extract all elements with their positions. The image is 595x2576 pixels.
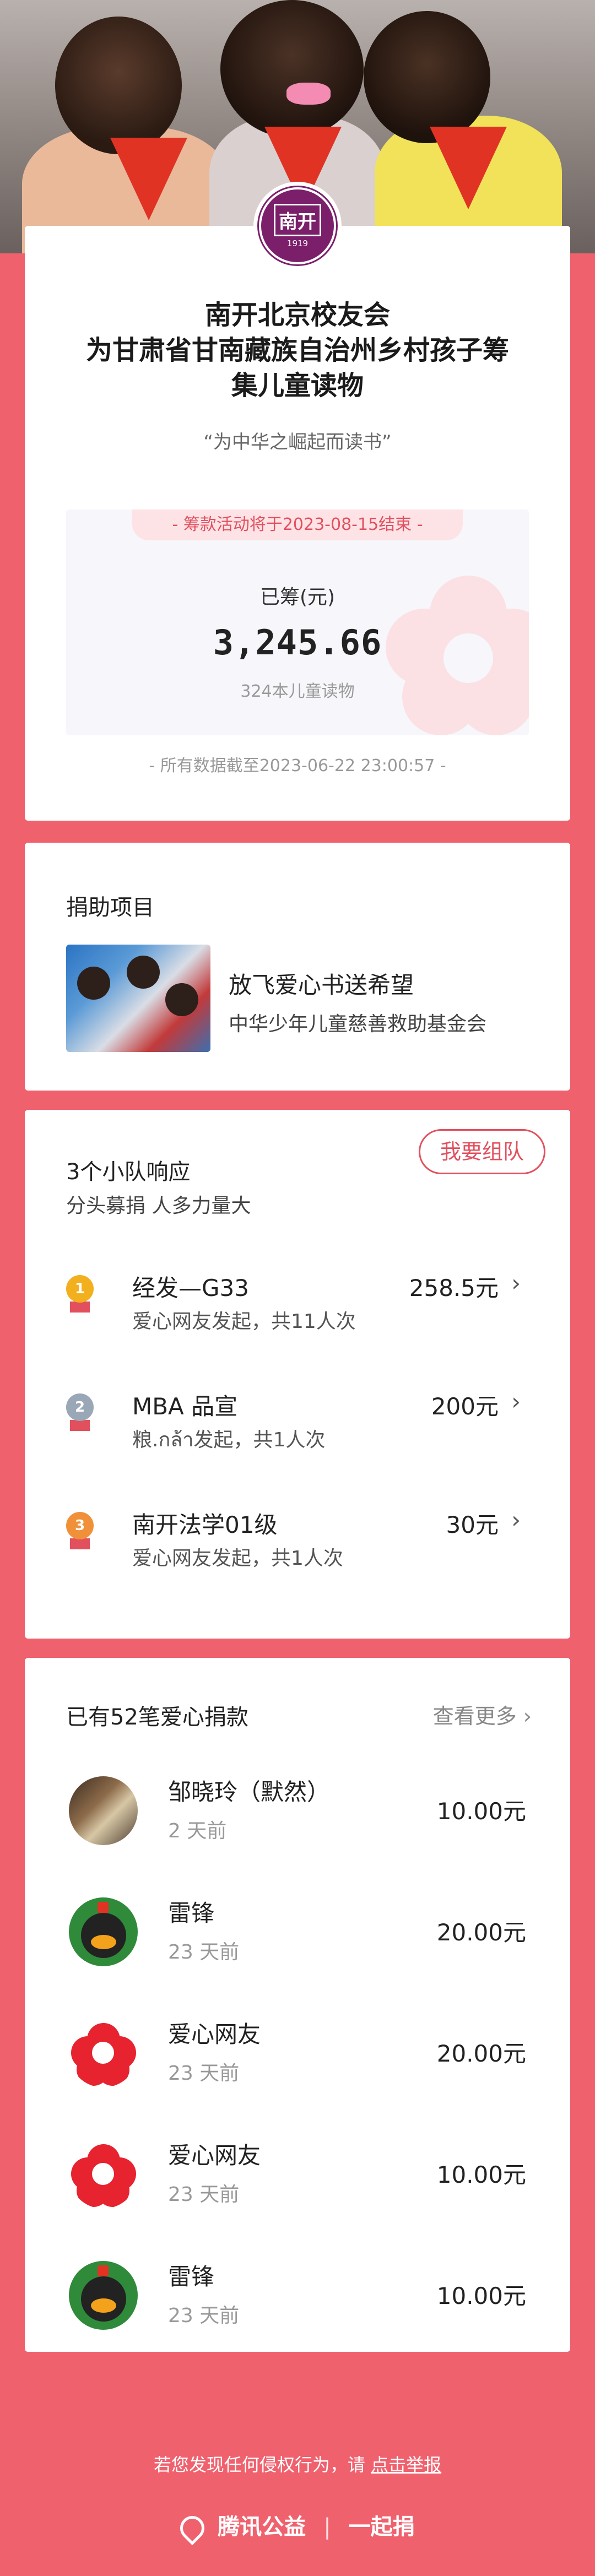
chevron-right-icon[interactable]: › [511,1506,521,1533]
team-row[interactable]: 2 MBA 品宣 粮.กล้า发起，共1人次 200元 › [25,1382,570,1471]
medal-gold-icon: 1 [63,1275,96,1325]
view-more-label[interactable]: 查看更多 [433,1704,517,1728]
heart-icon [175,2510,210,2546]
chevron-right-icon[interactable]: › [511,1270,521,1297]
project-card[interactable]: 捐助项目 放飞爱心书送希望 中华少年儿童慈善救助基金会 [25,843,570,1091]
logo-year: 1919 [286,238,309,248]
child-head [220,0,364,138]
donation-time: 23 天前 [168,2062,240,2085]
raised-amount: 3,245.66 [213,622,382,663]
campaign-slogan: “为中华之崛起而读书” [203,431,392,453]
raised-summary: - 筹款活动将于2023-08-15结束 - 已筹(元) 3,245.66 32… [66,509,529,735]
deadline-banner: - 筹款活动将于2023-08-15结束 - [132,509,463,540]
brand-separator: | [323,2514,331,2540]
donor-name: 雷锋 [168,1900,215,1927]
donations-card: 已有52笔爱心捐款 查看更多 › 邹晓玲（默然） 2 天前 10.00元 雷锋 … [25,1658,570,2352]
donation-time: 23 天前 [168,2304,240,2327]
child-head [364,11,490,143]
avatar [69,2140,138,2209]
avatar [69,1897,138,1966]
project-name[interactable]: 放飞爱心书送希望 [229,967,414,1000]
campaign-organizer: 南开北京校友会 [204,300,390,330]
hair-bow [286,83,331,105]
campaign-title-line: 为甘肃省甘南藏族自治州乡村孩子筹 [85,335,509,366]
donation-row: 爱心网友 23 天前 20.00元 [25,2005,570,2115]
donation-time: 23 天前 [168,1941,240,1964]
chevron-right-icon: › [523,1704,532,1728]
red-scarf [430,127,507,209]
teams-title: 3个小队响应 [66,1159,191,1185]
avatar [69,1776,138,1845]
donation-time: 23 天前 [168,2183,240,2206]
logo-badge: 南开 1919 [259,187,336,264]
child-head [55,17,182,154]
team-name[interactable]: MBA 品宣 [132,1388,237,1422]
avatar [69,2019,138,2087]
logo-text: 南开 [274,203,321,236]
donation-amount: 10.00元 [436,2282,526,2309]
donor-name: 爱心网友 [168,2142,261,2169]
brand-tencent: 腾讯公益 [218,2514,306,2540]
donor-name: 雷锋 [168,2263,215,2290]
donation-amount: 10.00元 [436,2161,526,2188]
books-count: 324本儿童读物 [240,682,355,701]
team-row[interactable]: 1 经发—G33 爱心网友发起，共11人次 258.5元 › [25,1264,570,1352]
campaign-title: 南开北京校友会 为甘肃省甘南藏族自治州乡村孩子筹 集儿童读物 [25,297,570,403]
donation-amount: 20.00元 [436,2040,526,2067]
donations-title: 已有52笔爱心捐款 [66,1705,248,1730]
team-info: 爱心网友发起，共1人次 [132,1547,343,1570]
team-amount: 258.5元 [409,1275,499,1301]
team-name[interactable]: 南开法学01级 [132,1506,277,1540]
team-info: 粮.กล้า发起，共1人次 [132,1429,326,1451]
medal-bronze-icon: 3 [63,1512,96,1561]
donation-row: 邹晓玲（默然） 2 天前 10.00元 [25,1762,570,1873]
chevron-right-icon[interactable]: › [511,1388,521,1415]
data-timestamp: - 所有数据截至2023-06-22 23:00:57 - [149,756,446,775]
brand-footer: 腾讯公益 | 一起捐 [0,2509,595,2546]
report-note-text: 若您发现任何侵权行为，请 [153,2454,365,2475]
teams-card: 3个小队响应 我要组队 分头募捐 人多力量大 1 经发—G33 爱心网友发起，共… [25,1110,570,1639]
medal-silver-icon: 2 [63,1393,96,1443]
donor-name: 爱心网友 [168,2021,261,2048]
donation-amount: 10.00元 [436,1798,526,1825]
create-team-button[interactable]: 我要组队 [419,1129,545,1174]
donation-row: 雷锋 23 天前 10.00元 [25,2247,570,2352]
teams-subtitle: 分头募捐 人多力量大 [66,1195,251,1217]
raised-label: 已筹(元) [259,586,336,609]
campaign-card: 南开北京校友会 为甘肃省甘南藏族自治州乡村孩子筹 集儿童读物 “为中华之崛起而读… [25,226,570,821]
report-note: 若您发现任何侵权行为，请 点击举报 [0,2451,595,2476]
view-more-link[interactable]: 查看更多 › [433,1699,532,1729]
team-name[interactable]: 经发—G33 [132,1270,249,1303]
donation-amount: 20.00元 [436,1919,526,1946]
report-link[interactable]: 点击举报 [371,2454,441,2475]
team-amount: 200元 [431,1393,499,1420]
donor-name: 邹晓玲（默然） [168,1778,331,1805]
campaign-title-line: 集儿童读物 [231,370,364,401]
project-thumbnail[interactable] [66,945,210,1052]
team-info: 爱心网友发起，共11人次 [132,1310,356,1333]
team-row[interactable]: 3 南开法学01级 爱心网友发起，共1人次 30元 › [25,1501,570,1589]
brand-yiqijuan: 一起捐 [348,2514,415,2540]
project-section-title: 捐助项目 [66,895,154,920]
red-scarf [110,138,187,220]
donation-time: 2 天前 [168,1820,227,1842]
project-org: 中华少年儿童慈善救助基金会 [229,1013,487,1035]
school-logo: 南开 1919 [253,182,342,270]
donation-row: 爱心网友 23 天前 10.00元 [25,2126,570,2236]
avatar [69,2261,138,2330]
donation-row: 雷锋 23 天前 20.00元 [25,1884,570,1994]
team-amount: 30元 [446,1511,499,1538]
